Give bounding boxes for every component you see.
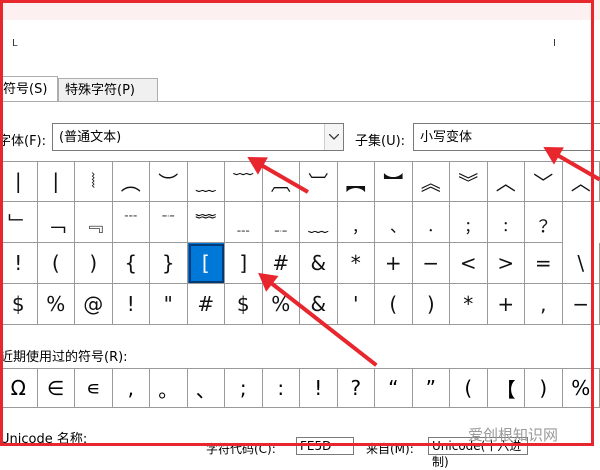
symbol-cell[interactable]: [: [188, 243, 226, 284]
font-select-dropdown[interactable]: [324, 124, 343, 150]
recent-symbol-cell[interactable]: ?: [338, 369, 376, 407]
recent-symbol-cell[interactable]: 【: [488, 369, 526, 407]
font-label: 字体(F):: [0, 130, 46, 149]
symbol-cell[interactable]: ": [150, 284, 188, 325]
recent-symbol-cell[interactable]: %: [563, 369, 600, 407]
symbol-cell[interactable]: ﹎: [263, 202, 301, 243]
recent-symbol-cell[interactable]: (: [450, 369, 488, 407]
symbol-cell[interactable]: >: [488, 243, 526, 284]
symbol-cell[interactable]: &: [300, 243, 338, 284]
symbol-cell[interactable]: $: [0, 284, 38, 325]
symbol-cell[interactable]: %: [38, 284, 76, 325]
tab-special-label: 特殊字符(P): [65, 83, 135, 98]
symbol-cell[interactable]: @: [75, 284, 113, 325]
symbol-cell[interactable]: ﹁: [38, 202, 76, 243]
recent-symbol-cell[interactable]: :: [263, 369, 301, 407]
symbol-cell[interactable]: −: [413, 243, 451, 284]
symbol-cell[interactable]: ︿: [488, 161, 526, 202]
symbol-cell[interactable]: ︺: [300, 161, 338, 202]
symbol-cell[interactable]: ⦚: [75, 161, 113, 202]
symbol-cell[interactable]: (: [375, 284, 413, 325]
symbol-cell[interactable]: ﹂: [0, 202, 38, 243]
font-select[interactable]: (普通文本): [52, 123, 344, 151]
symbol-cell[interactable]: ﹌: [188, 202, 226, 243]
recent-symbol-cell[interactable]: “: [375, 369, 413, 407]
symbol-cell[interactable]: *: [450, 284, 488, 325]
tab-special-characters[interactable]: 特殊字符(P): [58, 78, 158, 102]
symbol-cell[interactable]: (: [38, 243, 76, 284]
symbol-cell[interactable]: ﹖: [525, 202, 563, 243]
symbol-cell[interactable]: +: [488, 284, 526, 325]
subset-select[interactable]: 小写变体: [413, 123, 600, 151]
symbol-cell[interactable]: ﹍: [225, 202, 263, 243]
recent-symbol-cell[interactable]: ;: [225, 369, 263, 407]
symbol-cell[interactable]: ): [413, 284, 451, 325]
symbol-cell[interactable]: ﹏: [300, 202, 338, 243]
symbol-cell[interactable]: <: [450, 243, 488, 284]
symbol-cell[interactable]: !: [0, 243, 38, 284]
symbol-cell[interactable]: #: [188, 284, 226, 325]
symbol-cell[interactable]: }: [150, 243, 188, 284]
char-code-label: 字符代码(C):: [206, 440, 276, 457]
subset-label: 子集(U):: [355, 130, 405, 149]
char-code-input[interactable]: FE5D: [296, 437, 354, 455]
recent-symbol-cell[interactable]: 。: [150, 369, 188, 407]
symbol-cell[interactable]: =: [525, 243, 563, 284]
symbol-cell[interactable]: +: [375, 243, 413, 284]
recent-symbol-cell[interactable]: ,: [113, 369, 151, 407]
title-bar: [0, 0, 600, 20]
tab-symbols[interactable]: 符号(S): [0, 76, 58, 102]
chevron-down-icon: [329, 134, 339, 140]
symbol-cell[interactable]: |: [38, 161, 76, 202]
symbol-cell[interactable]: ︵: [113, 161, 151, 202]
watermark: 爱创根知识网: [468, 424, 558, 445]
recent-symbol-cell[interactable]: 、: [188, 369, 226, 407]
recent-symbols-row[interactable]: Ω∈∊,。、;:!?“”(【)%: [0, 368, 600, 408]
symbol-cell[interactable]: |: [0, 161, 38, 202]
symbol-cell[interactable]: ︶: [150, 161, 188, 202]
symbol-cell[interactable]: $: [225, 284, 263, 325]
symbol-cell[interactable]: ﹐: [338, 202, 376, 243]
symbol-cell[interactable]: ︻: [338, 161, 376, 202]
symbol-cell[interactable]: ﹒: [413, 202, 451, 243]
symbol-cell[interactable]: ﹊: [150, 202, 188, 243]
symbol-cell[interactable]: !: [113, 284, 151, 325]
symbol-cell[interactable]: ﹔: [450, 202, 488, 243]
font-select-value: (普通文本): [59, 130, 121, 145]
symbol-cell[interactable]: ): [75, 243, 113, 284]
symbol-cell[interactable]: ﹀: [525, 161, 563, 202]
corner-mark-right: I: [553, 38, 556, 49]
symbol-cell[interactable]: \: [563, 243, 600, 284]
recent-symbol-cell[interactable]: Ω: [0, 369, 38, 407]
subset-select-value: 小写变体: [420, 130, 472, 145]
unicode-name-label: Unicode 名称:: [0, 428, 87, 447]
recent-symbol-cell[interactable]: ∈: [38, 369, 76, 407]
symbol-cell[interactable]: −: [563, 284, 600, 325]
symbol-cell[interactable]: ': [338, 284, 376, 325]
symbol-cell[interactable]: {: [113, 243, 151, 284]
symbol-cell[interactable]: ﹏: [188, 161, 226, 202]
symbol-cell[interactable]: ︽: [413, 161, 451, 202]
recent-symbol-cell[interactable]: ): [525, 369, 563, 407]
recent-symbol-cell[interactable]: !: [300, 369, 338, 407]
symbol-cell[interactable]: ︾: [450, 161, 488, 202]
recent-symbol-cell[interactable]: ”: [413, 369, 451, 407]
symbol-cell[interactable]: ﹃: [75, 202, 113, 243]
tab-symbols-label: 符号(S): [3, 82, 47, 97]
symbol-cell[interactable]: *: [338, 243, 376, 284]
recent-symbol-cell[interactable]: ∊: [75, 369, 113, 407]
symbol-cell[interactable]: ︼: [375, 161, 413, 202]
symbol-cell[interactable]: ﹑: [375, 202, 413, 243]
tab-panel-border: [0, 101, 600, 102]
symbol-cell[interactable]: ,: [525, 284, 563, 325]
from-label: 来自(M):: [366, 440, 414, 457]
corner-mark-left: L: [12, 38, 18, 49]
recent-symbols-label: 近期使用过的符号(R):: [0, 346, 128, 365]
symbol-cell[interactable]: ﹉: [113, 202, 151, 243]
symbol-cell[interactable]: ﹕: [488, 202, 526, 243]
